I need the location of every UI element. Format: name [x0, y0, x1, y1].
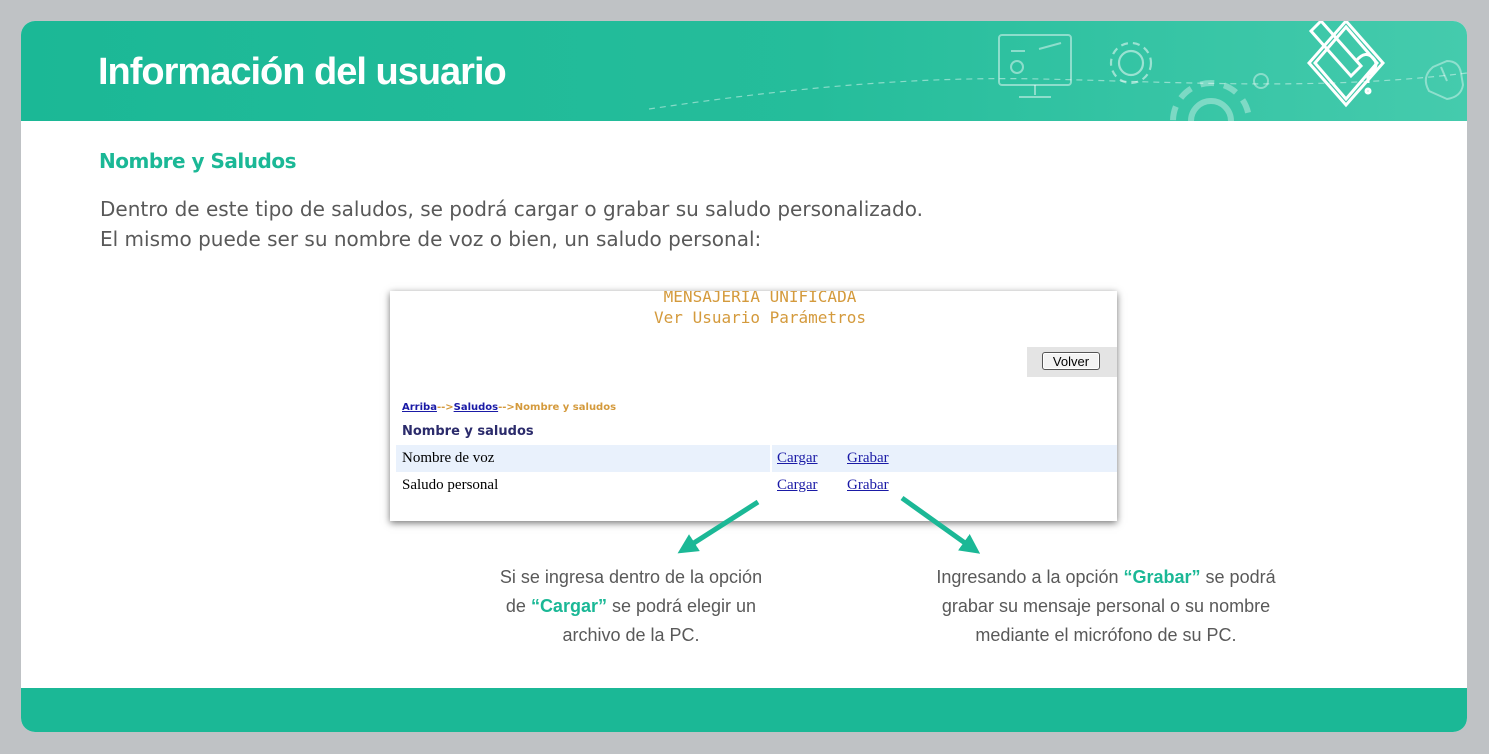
callout-line: Ingresando a la opción “Grabar” se podrá	[881, 563, 1331, 592]
callout-line: mediante el micrófono de su PC.	[975, 625, 1237, 645]
callout-line: de “Cargar” se podrá elegir un	[451, 592, 811, 621]
footer-bar	[21, 688, 1467, 732]
arrow-to-cargar-callout	[677, 499, 760, 554]
arrow-to-grabar-callout	[900, 495, 981, 554]
slide: Información del usuario Nombre y Saludos…	[21, 21, 1467, 732]
grabar-callout: Ingresando a la opción “Grabar” se podrá…	[881, 563, 1331, 650]
callout-text: se podrá	[1200, 567, 1276, 587]
callout-text: de	[505, 596, 531, 616]
callout-keyword: “Cargar”	[530, 596, 607, 616]
callout-line: grabar su mensaje personal o su nombre	[941, 596, 1271, 616]
callout-line: archivo de la PC.	[562, 625, 700, 645]
callout-line: Si se ingresa dentro de la opción	[499, 567, 763, 587]
callout-text: Ingresando a la opción	[936, 567, 1124, 587]
callout-keyword: “Grabar”	[1123, 567, 1201, 587]
callout-text: se podrá elegir un	[606, 596, 757, 616]
cargar-callout: Si se ingresa dentro de la opción de “Ca…	[451, 563, 811, 650]
